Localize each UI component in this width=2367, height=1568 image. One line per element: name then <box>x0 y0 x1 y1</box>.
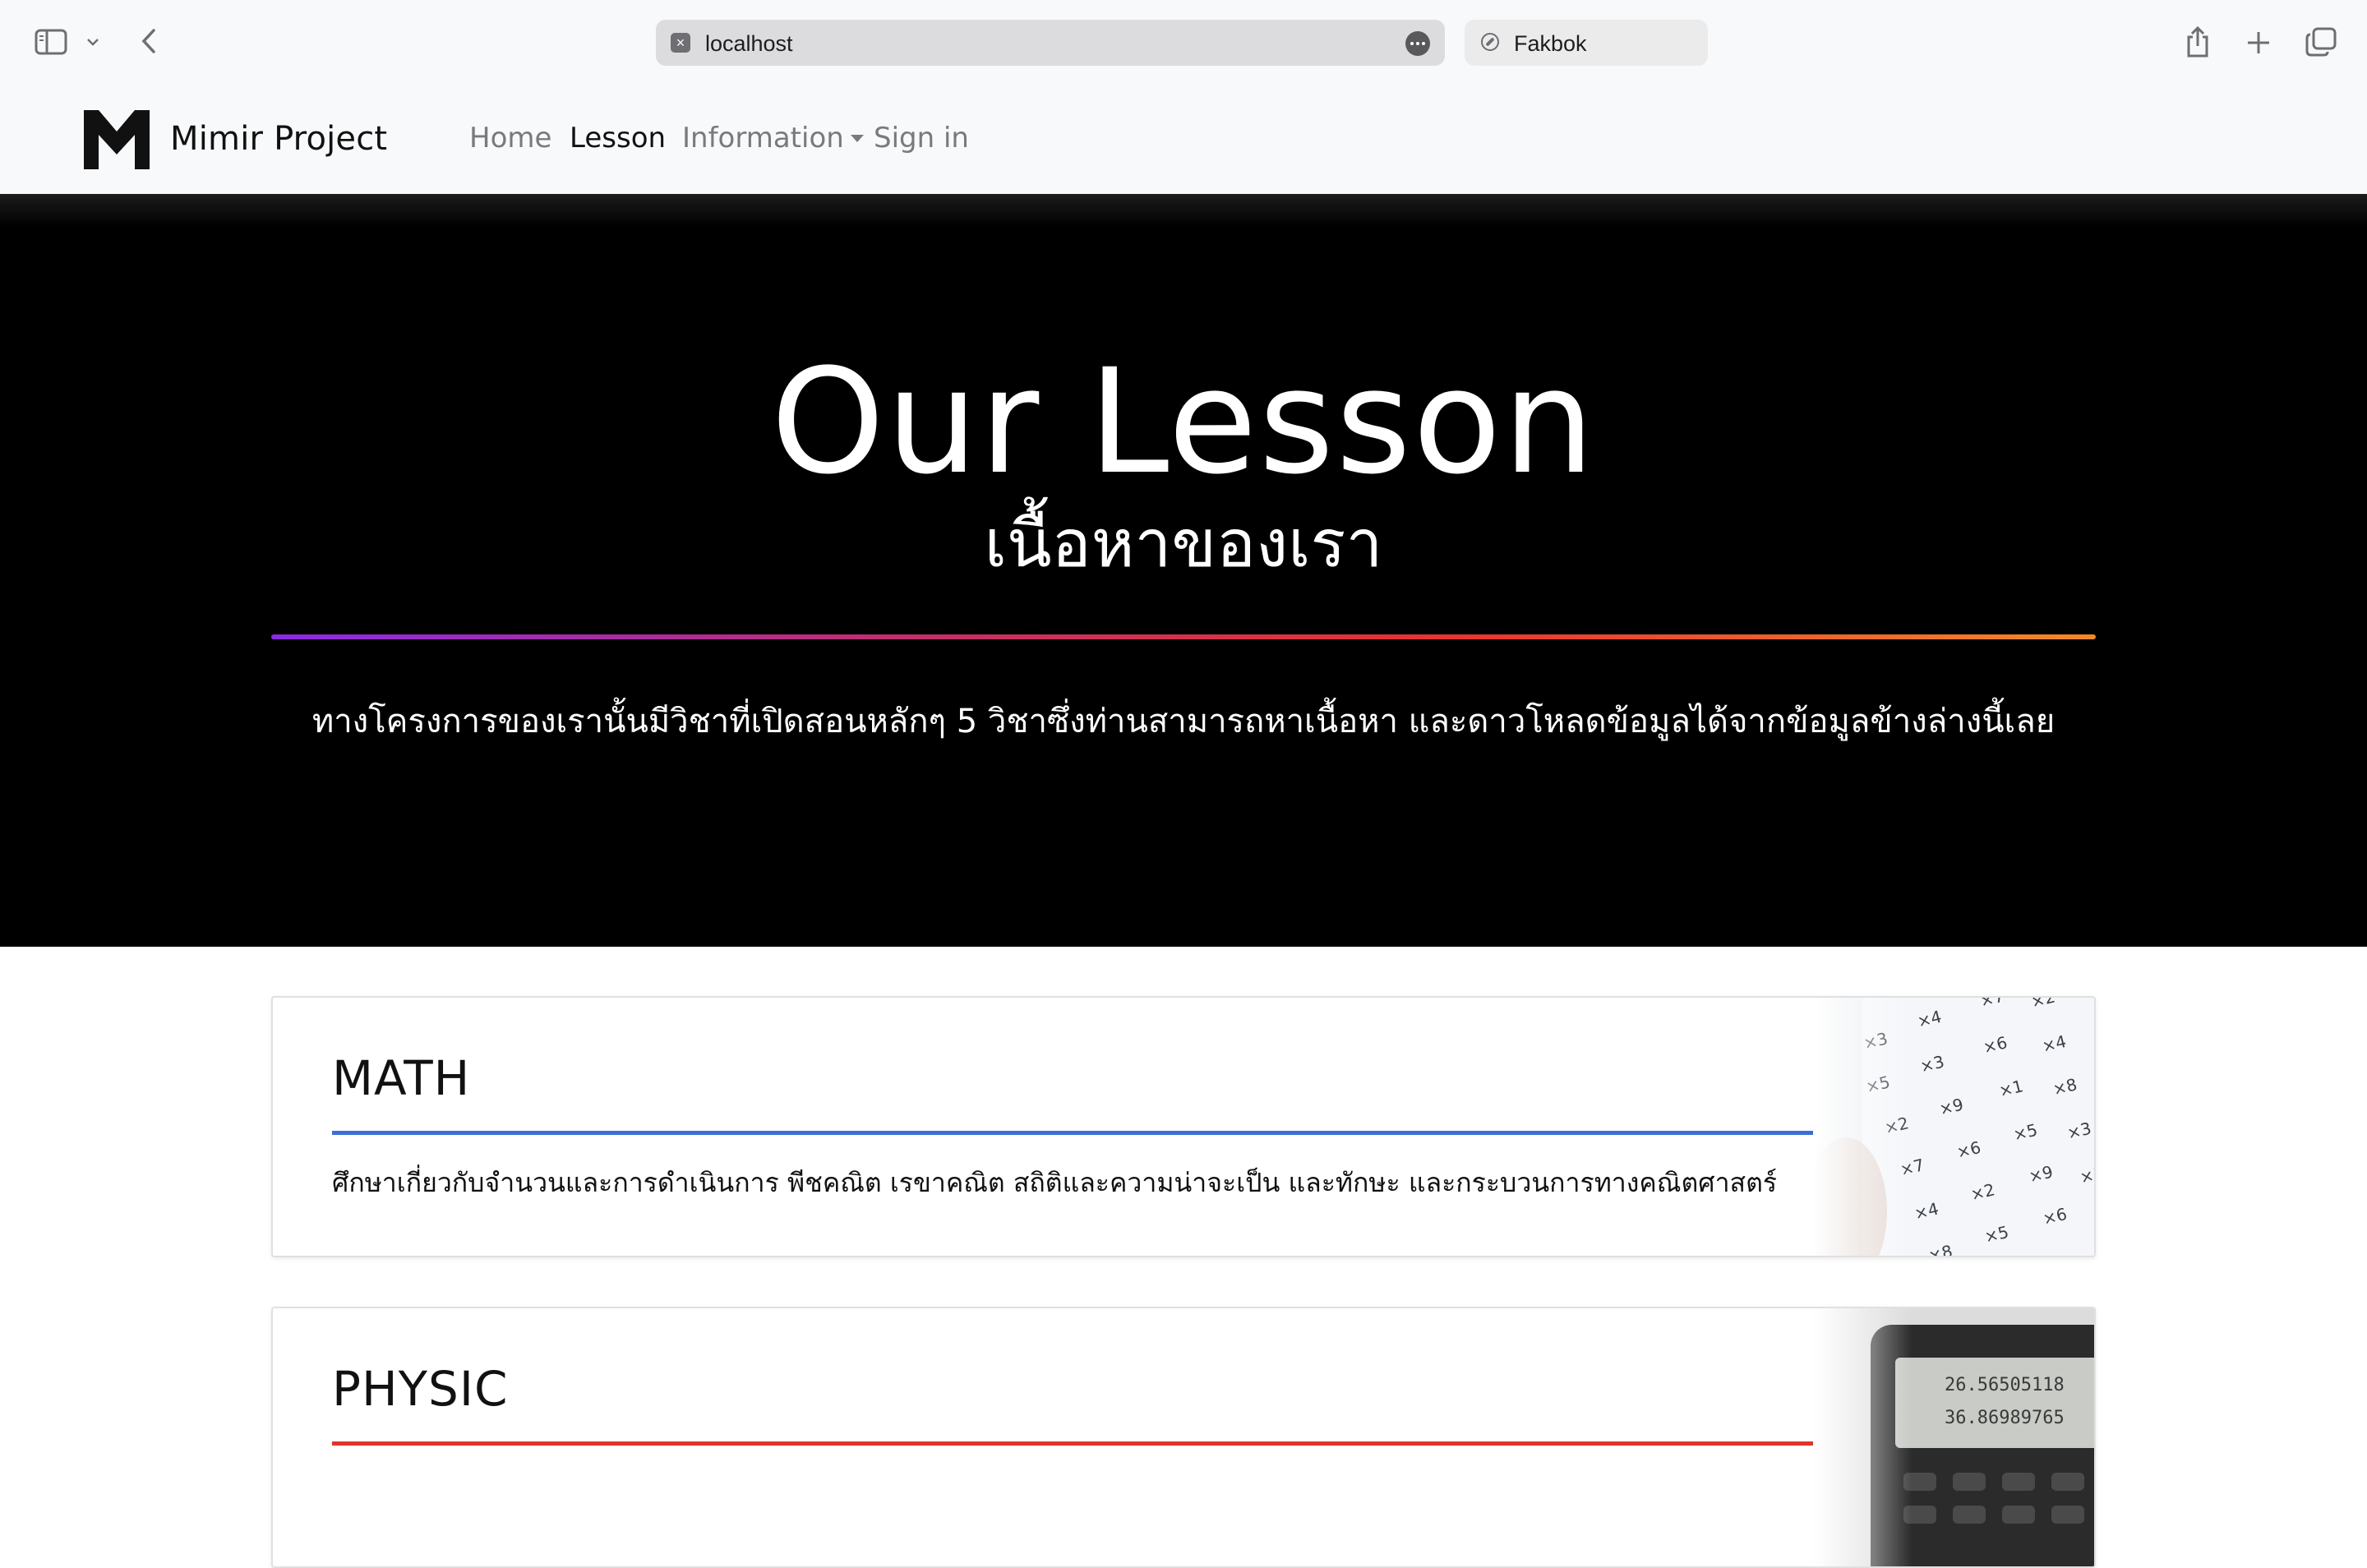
card-description: ศึกษาเกี่ยวกับจำนวนและการดำเนินการ พีชคณ… <box>332 1167 1778 1198</box>
hero-section: Our Lesson เนื้อหาของเรา ทางโครงการของเร… <box>0 194 2367 947</box>
sidebar-icon[interactable] <box>33 26 69 58</box>
nav-sign-in[interactable]: Sign in <box>874 122 969 154</box>
image-fade <box>1813 998 1912 1256</box>
card-divider <box>332 1441 1841 1446</box>
svg-text:36.86989765: 36.86989765 <box>1945 1408 2065 1428</box>
nav-information-dropdown[interactable]: Information <box>682 122 864 154</box>
address-bar[interactable]: × localhost <box>656 20 1445 66</box>
share-icon[interactable] <box>2181 23 2214 61</box>
url-text[interactable]: localhost <box>705 31 793 57</box>
brand-name[interactable]: Mimir Project <box>170 120 387 158</box>
card-title: MATH <box>332 1050 471 1106</box>
calculator-image: 26.56505118 36.86989765 <box>1813 1308 2094 1566</box>
image-fade <box>1813 1308 1912 1566</box>
new-tab-icon[interactable] <box>2242 26 2275 59</box>
chevron-down-icon[interactable] <box>84 33 102 51</box>
subject-card-physic[interactable]: PHYSIC 26.56505118 36.86989765 <box>271 1307 2096 1568</box>
site-navbar: Mimir Project Home Lesson Information Si… <box>0 85 2367 194</box>
nav-information-label: Information <box>682 122 844 154</box>
tab-fakbok[interactable]: Fakbok <box>1465 20 1708 66</box>
hero-title: Our Lesson <box>770 338 1597 506</box>
card-divider <box>332 1131 1841 1135</box>
more-icon[interactable] <box>1405 31 1430 56</box>
nav-lesson[interactable]: Lesson <box>570 122 666 154</box>
site-icon: × <box>671 33 690 53</box>
math-worksheet-image: ×3×4×7×2 ×5×3×6×4 ×2×9×1×8 ×7×6×5×3 ×4×2… <box>1813 998 2094 1256</box>
hero-subtitle: เนื้อหาของเรา <box>984 505 1383 582</box>
hero-shadow <box>0 194 2367 227</box>
compass-icon <box>1481 33 1499 51</box>
subject-card-math[interactable]: MATH ศึกษาเกี่ยวกับจำนวนและการดำเนินการ … <box>271 996 2096 1257</box>
hero-description: ทางโครงการของเรานั้นมีวิชาที่เปิดสอนหลัก… <box>311 703 2056 740</box>
mimir-logo[interactable] <box>82 107 151 173</box>
caret-down-icon <box>850 135 864 142</box>
tabs-overview-icon[interactable] <box>2303 25 2339 59</box>
hero-divider <box>271 634 2096 639</box>
browser-toolbar: × localhost Fakbok <box>0 0 2367 85</box>
nav-home[interactable]: Home <box>469 122 551 154</box>
back-icon[interactable] <box>135 25 163 58</box>
card-title: PHYSIC <box>332 1361 509 1417</box>
tab-title: Fakbok <box>1514 31 1587 56</box>
svg-text:26.56505118: 26.56505118 <box>1945 1375 2065 1395</box>
